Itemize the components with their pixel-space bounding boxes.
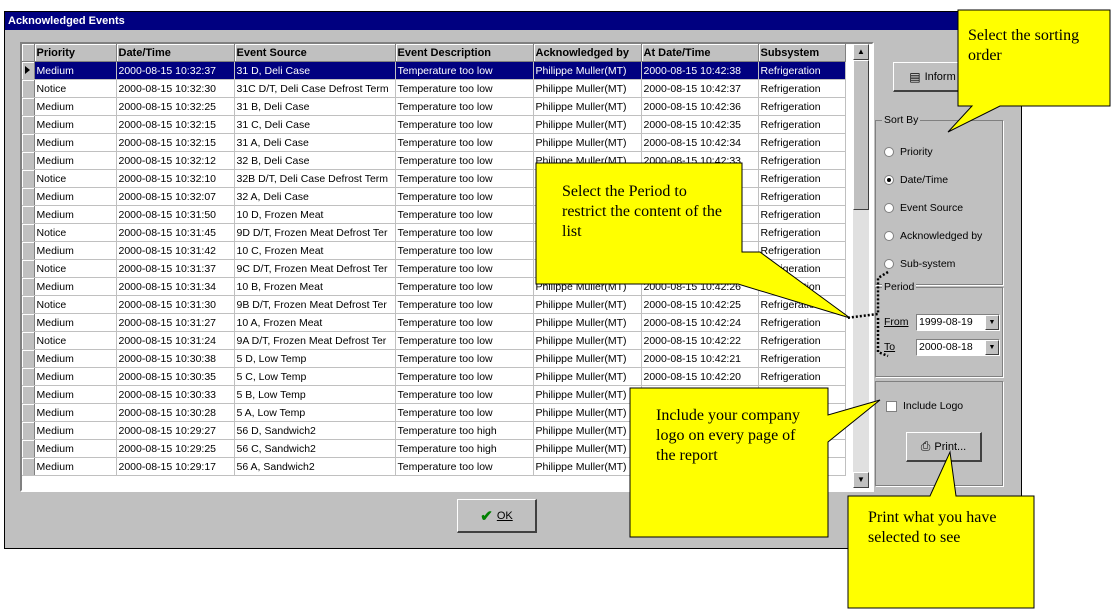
logo-callout: Include your company logo on every page … <box>656 407 800 464</box>
period-bracket <box>845 270 889 358</box>
sorting-callout: Select the sorting order <box>968 27 1080 64</box>
print-callout: Print what you have selected to see <box>868 509 997 546</box>
period-callout: Select the Period to restrict the conten… <box>562 183 722 240</box>
